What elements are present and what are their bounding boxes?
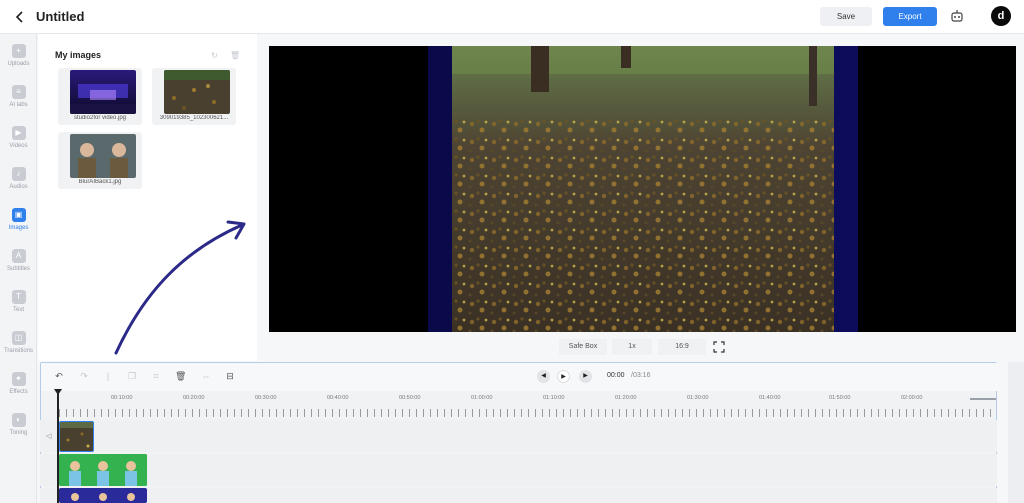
- toning-icon: ◐: [11, 413, 26, 427]
- image-item-studio[interactable]: studio2for video.jpg: [58, 68, 142, 125]
- ai-labs-icon: ≡: [11, 85, 26, 99]
- ruler-ticks: [59, 409, 997, 417]
- speed-selector[interactable]: 1x: [612, 339, 652, 355]
- clip-forest[interactable]: [59, 421, 94, 452]
- robot-icon[interactable]: [950, 9, 964, 23]
- track-background: [40, 420, 997, 452]
- timeline-side-strip: [1008, 362, 1024, 503]
- total-time: /03:16: [631, 372, 651, 379]
- fullscreen-icon[interactable]: [713, 341, 725, 353]
- audio-icon: ♪: [11, 167, 26, 181]
- left-nav-rail: + Uploads ≡ AI labs ▶ Videos ♪ Audios ▣ Image…: [0, 34, 37, 503]
- image-name: 309019385_102300621...: [159, 115, 229, 121]
- clip-presenter-studio[interactable]: [59, 488, 147, 503]
- undo-icon[interactable]: ↶: [54, 371, 64, 381]
- timeline-ruler[interactable]: 00:10:00 00:20:00 00:30:00 00:40:00 00:5…: [59, 393, 997, 417]
- delete-icon[interactable]: 🗑: [230, 51, 240, 60]
- safe-box-toggle[interactable]: Safe Box: [559, 339, 607, 355]
- effects-icon: ✦: [11, 372, 26, 386]
- delete-clip-icon[interactable]: 🗑: [175, 371, 186, 381]
- image-thumbnail: [164, 70, 230, 114]
- crop-icon[interactable]: ⌗: [151, 371, 161, 381]
- user-avatar[interactable]: d: [991, 6, 1011, 26]
- timeline-zoom-slider[interactable]: [970, 398, 996, 400]
- rail-item-text[interactable]: T Text: [0, 286, 37, 326]
- my-images-panel: My images ↻ 🗑 studio2for video.jpg 30901…: [38, 34, 257, 361]
- rail-item-uploads[interactable]: + Uploads: [0, 40, 37, 80]
- image-thumbnail: [70, 134, 136, 178]
- play-button[interactable]: ▶: [557, 370, 570, 383]
- export-button[interactable]: Export: [883, 7, 937, 26]
- subtitles-icon: A: [11, 249, 26, 263]
- refresh-icon[interactable]: ↻: [210, 51, 219, 60]
- project-title[interactable]: Untitled: [36, 9, 84, 24]
- playhead[interactable]: [57, 392, 59, 503]
- back-arrow-icon[interactable]: [12, 9, 28, 25]
- forest-frame-image: [269, 46, 1016, 332]
- redo-icon[interactable]: ↷: [79, 371, 89, 381]
- rail-item-subtitles[interactable]: A Subtitles: [0, 245, 37, 285]
- aspect-ratio-selector[interactable]: 16:9: [658, 339, 706, 355]
- upload-icon: +: [11, 44, 26, 58]
- subtitle-icon[interactable]: ⊟: [225, 371, 235, 381]
- rewind-button[interactable]: ◀: [537, 370, 550, 383]
- top-bar: Untitled Save Export d: [0, 0, 1024, 34]
- split-icon[interactable]: |: [103, 371, 113, 381]
- image-name: BlurAIBack1.jpg: [78, 179, 122, 185]
- timeline-toolbar: ↶ ↷ | ❐ ⌗ 🗑 ⇔ ⊟ ◀ ▶ ▶ 00:00 /03:16: [41, 363, 998, 391]
- rail-item-videos[interactable]: ▶ Videos: [0, 122, 37, 162]
- rail-item-images[interactable]: ▣ Images: [0, 204, 37, 244]
- image-name: studio2for video.jpg: [73, 115, 127, 121]
- forward-button[interactable]: ▶: [579, 370, 592, 383]
- save-button[interactable]: Save: [820, 7, 872, 26]
- video-icon: ▶: [11, 126, 26, 140]
- current-time: 00:00: [607, 372, 625, 379]
- clip-presenter-green[interactable]: [59, 454, 147, 486]
- rail-item-effects[interactable]: ✦ Effects: [0, 368, 37, 408]
- video-preview[interactable]: [269, 46, 1016, 332]
- rail-item-toning[interactable]: ◐ Toning: [0, 409, 37, 449]
- text-icon: T: [11, 290, 26, 304]
- image-icon: ▣: [11, 208, 26, 222]
- image-item-blur[interactable]: BlurAIBack1.jpg: [58, 132, 142, 189]
- rail-item-ai-labs[interactable]: ≡ AI labs: [0, 81, 37, 121]
- copy-icon[interactable]: ❐: [127, 371, 137, 381]
- mirror-icon[interactable]: ⇔: [201, 371, 211, 381]
- image-item-forest[interactable]: 309019385_102300621...: [152, 68, 236, 125]
- image-thumbnail: [70, 70, 136, 114]
- transitions-icon: ◫: [11, 331, 26, 345]
- track-background: [40, 488, 997, 503]
- track-background: [40, 454, 997, 486]
- panel-title: My images: [55, 50, 102, 60]
- rail-item-audios[interactable]: ♪ Audios: [0, 163, 37, 203]
- rail-item-transitions[interactable]: ◫ Transitions: [0, 327, 37, 367]
- track-mute-icon[interactable]: ◁: [46, 432, 51, 440]
